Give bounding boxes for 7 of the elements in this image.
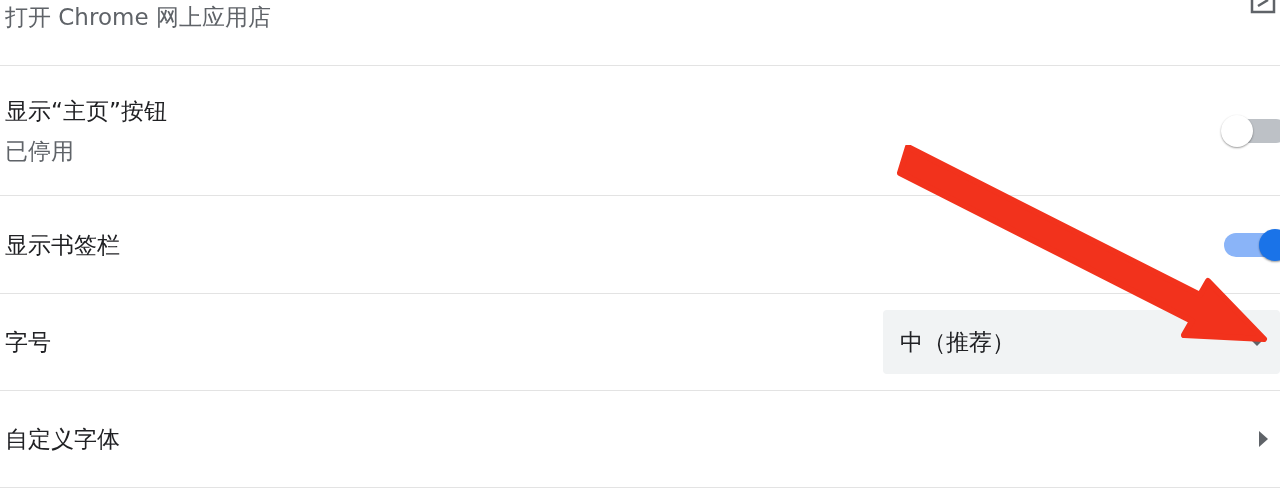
setting-label: 自定义字体 bbox=[5, 425, 120, 454]
font-size-dropdown[interactable]: 中（推荐） bbox=[883, 310, 1280, 374]
setting-label: 显示书签栏 bbox=[5, 230, 120, 260]
setting-status: 已停用 bbox=[5, 136, 74, 166]
setting-label: 打开 Chrome 网上应用店 bbox=[5, 3, 271, 32]
setting-label: 显示“主页”按钮 bbox=[5, 96, 167, 126]
setting-label: 字号 bbox=[5, 328, 51, 357]
